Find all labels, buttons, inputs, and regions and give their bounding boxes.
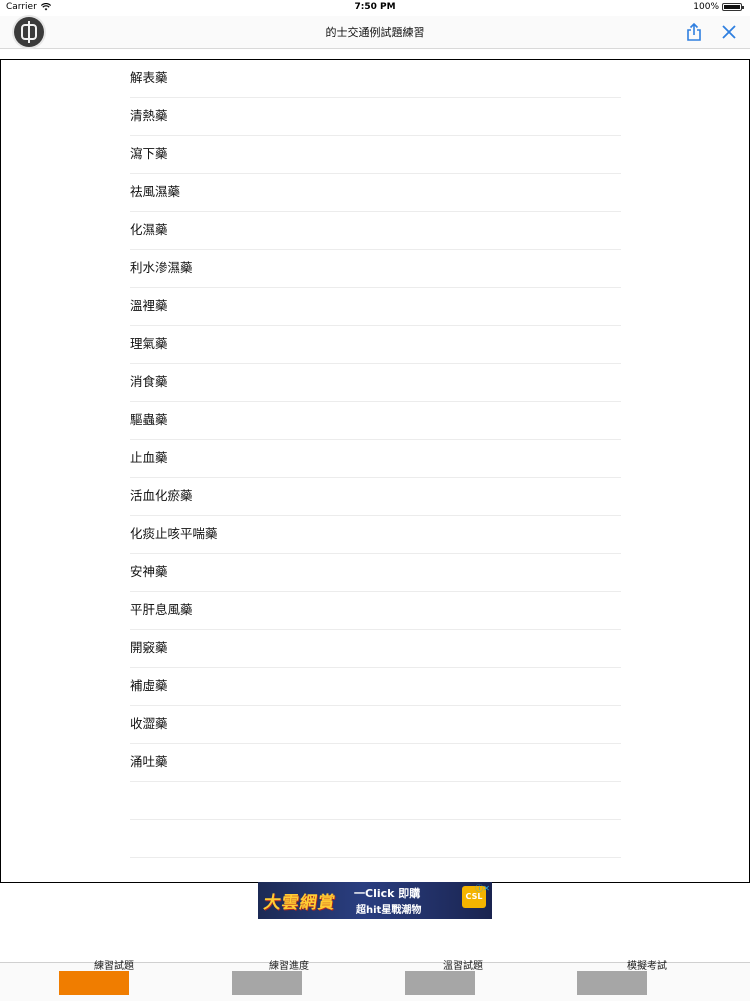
battery-group: 100% — [693, 2, 744, 12]
list-item[interactable]: 消食藥 — [130, 364, 621, 402]
ad-banner[interactable]: 大雲網賞 一Click 即購 超hit星戰潮物 CSL ⓘ✕ — [258, 882, 492, 919]
nav-bar: 的士交通例試題練習 — [0, 16, 750, 49]
tab-icon — [577, 971, 647, 995]
tab-icon — [232, 971, 302, 995]
list-item[interactable]: 祛風濕藥 — [130, 174, 621, 212]
list-item[interactable]: 解表藥 — [130, 60, 621, 98]
list-item[interactable]: 補虛藥 — [130, 668, 621, 706]
tab-item[interactable]: 模擬考試 — [522, 961, 702, 1001]
list-item[interactable]: 開竅藥 — [130, 630, 621, 668]
ad-tagline: 超hit星戰潮物 — [356, 905, 422, 916]
list-item[interactable]: 止血藥 — [130, 440, 621, 478]
list-item[interactable]: 驅蟲藥 — [130, 402, 621, 440]
share-icon[interactable] — [684, 22, 704, 42]
ad-headline: 大雲網賞 — [262, 893, 338, 913]
list-item[interactable]: 清熱藥 — [130, 98, 621, 136]
status-bar: Carrier 7:50 PM 100% — [0, 0, 750, 16]
tab-label: 模擬考試 — [627, 961, 667, 972]
battery-percent: 100% — [693, 2, 719, 12]
page-title: 的士交通例試題練習 — [325, 26, 425, 39]
category-list: 解表藥 清熱藥 瀉下藥 祛風濕藥 化濕藥 利水滲濕藥 溫裡藥 理氣藥 消食藥 驅蟲藥 止血藥 活血化瘀… — [130, 60, 621, 858]
list-item[interactable] — [130, 820, 621, 858]
list-item[interactable]: 化濕藥 — [130, 212, 621, 250]
battery-icon — [722, 3, 744, 11]
category-list-panel: 解表藥 清熱藥 瀉下藥 祛風濕藥 化濕藥 利水滲濕藥 溫裡藥 理氣藥 消食藥 驅蟲藥 止血藥 活血化瘀… — [0, 59, 750, 883]
tab-bar: 練習試題 練習進度 溫習試題 模擬考試 — [0, 961, 750, 1001]
ad-close-icon[interactable]: ⓘ✕ — [475, 883, 490, 894]
list-item[interactable]: 活血化瘀藥 — [130, 478, 621, 516]
list-item[interactable]: 瀉下藥 — [130, 136, 621, 174]
tab-icon — [59, 971, 129, 995]
list-item[interactable]: 化痰止咳平喘藥 — [130, 516, 621, 554]
tab-icon — [405, 971, 475, 995]
list-item[interactable]: 安神藥 — [130, 554, 621, 592]
list-item[interactable]: 利水滲濕藥 — [130, 250, 621, 288]
list-item[interactable]: 平肝息風藥 — [130, 592, 621, 630]
list-item[interactable]: 溫裡藥 — [130, 288, 621, 326]
tab-item[interactable]: 練習試題 — [4, 961, 184, 1001]
list-item[interactable] — [130, 782, 621, 820]
list-item[interactable]: 涌吐藥 — [130, 744, 621, 782]
status-time: 7:50 PM — [354, 2, 396, 12]
ad-subtitle: 一Click 即購 — [354, 887, 421, 900]
tab-item[interactable]: 溫習試題 — [350, 961, 530, 1001]
list-item[interactable]: 理氣藥 — [130, 326, 621, 364]
tab-item[interactable]: 練習進度 — [177, 961, 357, 1001]
list-item[interactable]: 收澀藥 — [130, 706, 621, 744]
close-icon[interactable] — [719, 22, 739, 42]
